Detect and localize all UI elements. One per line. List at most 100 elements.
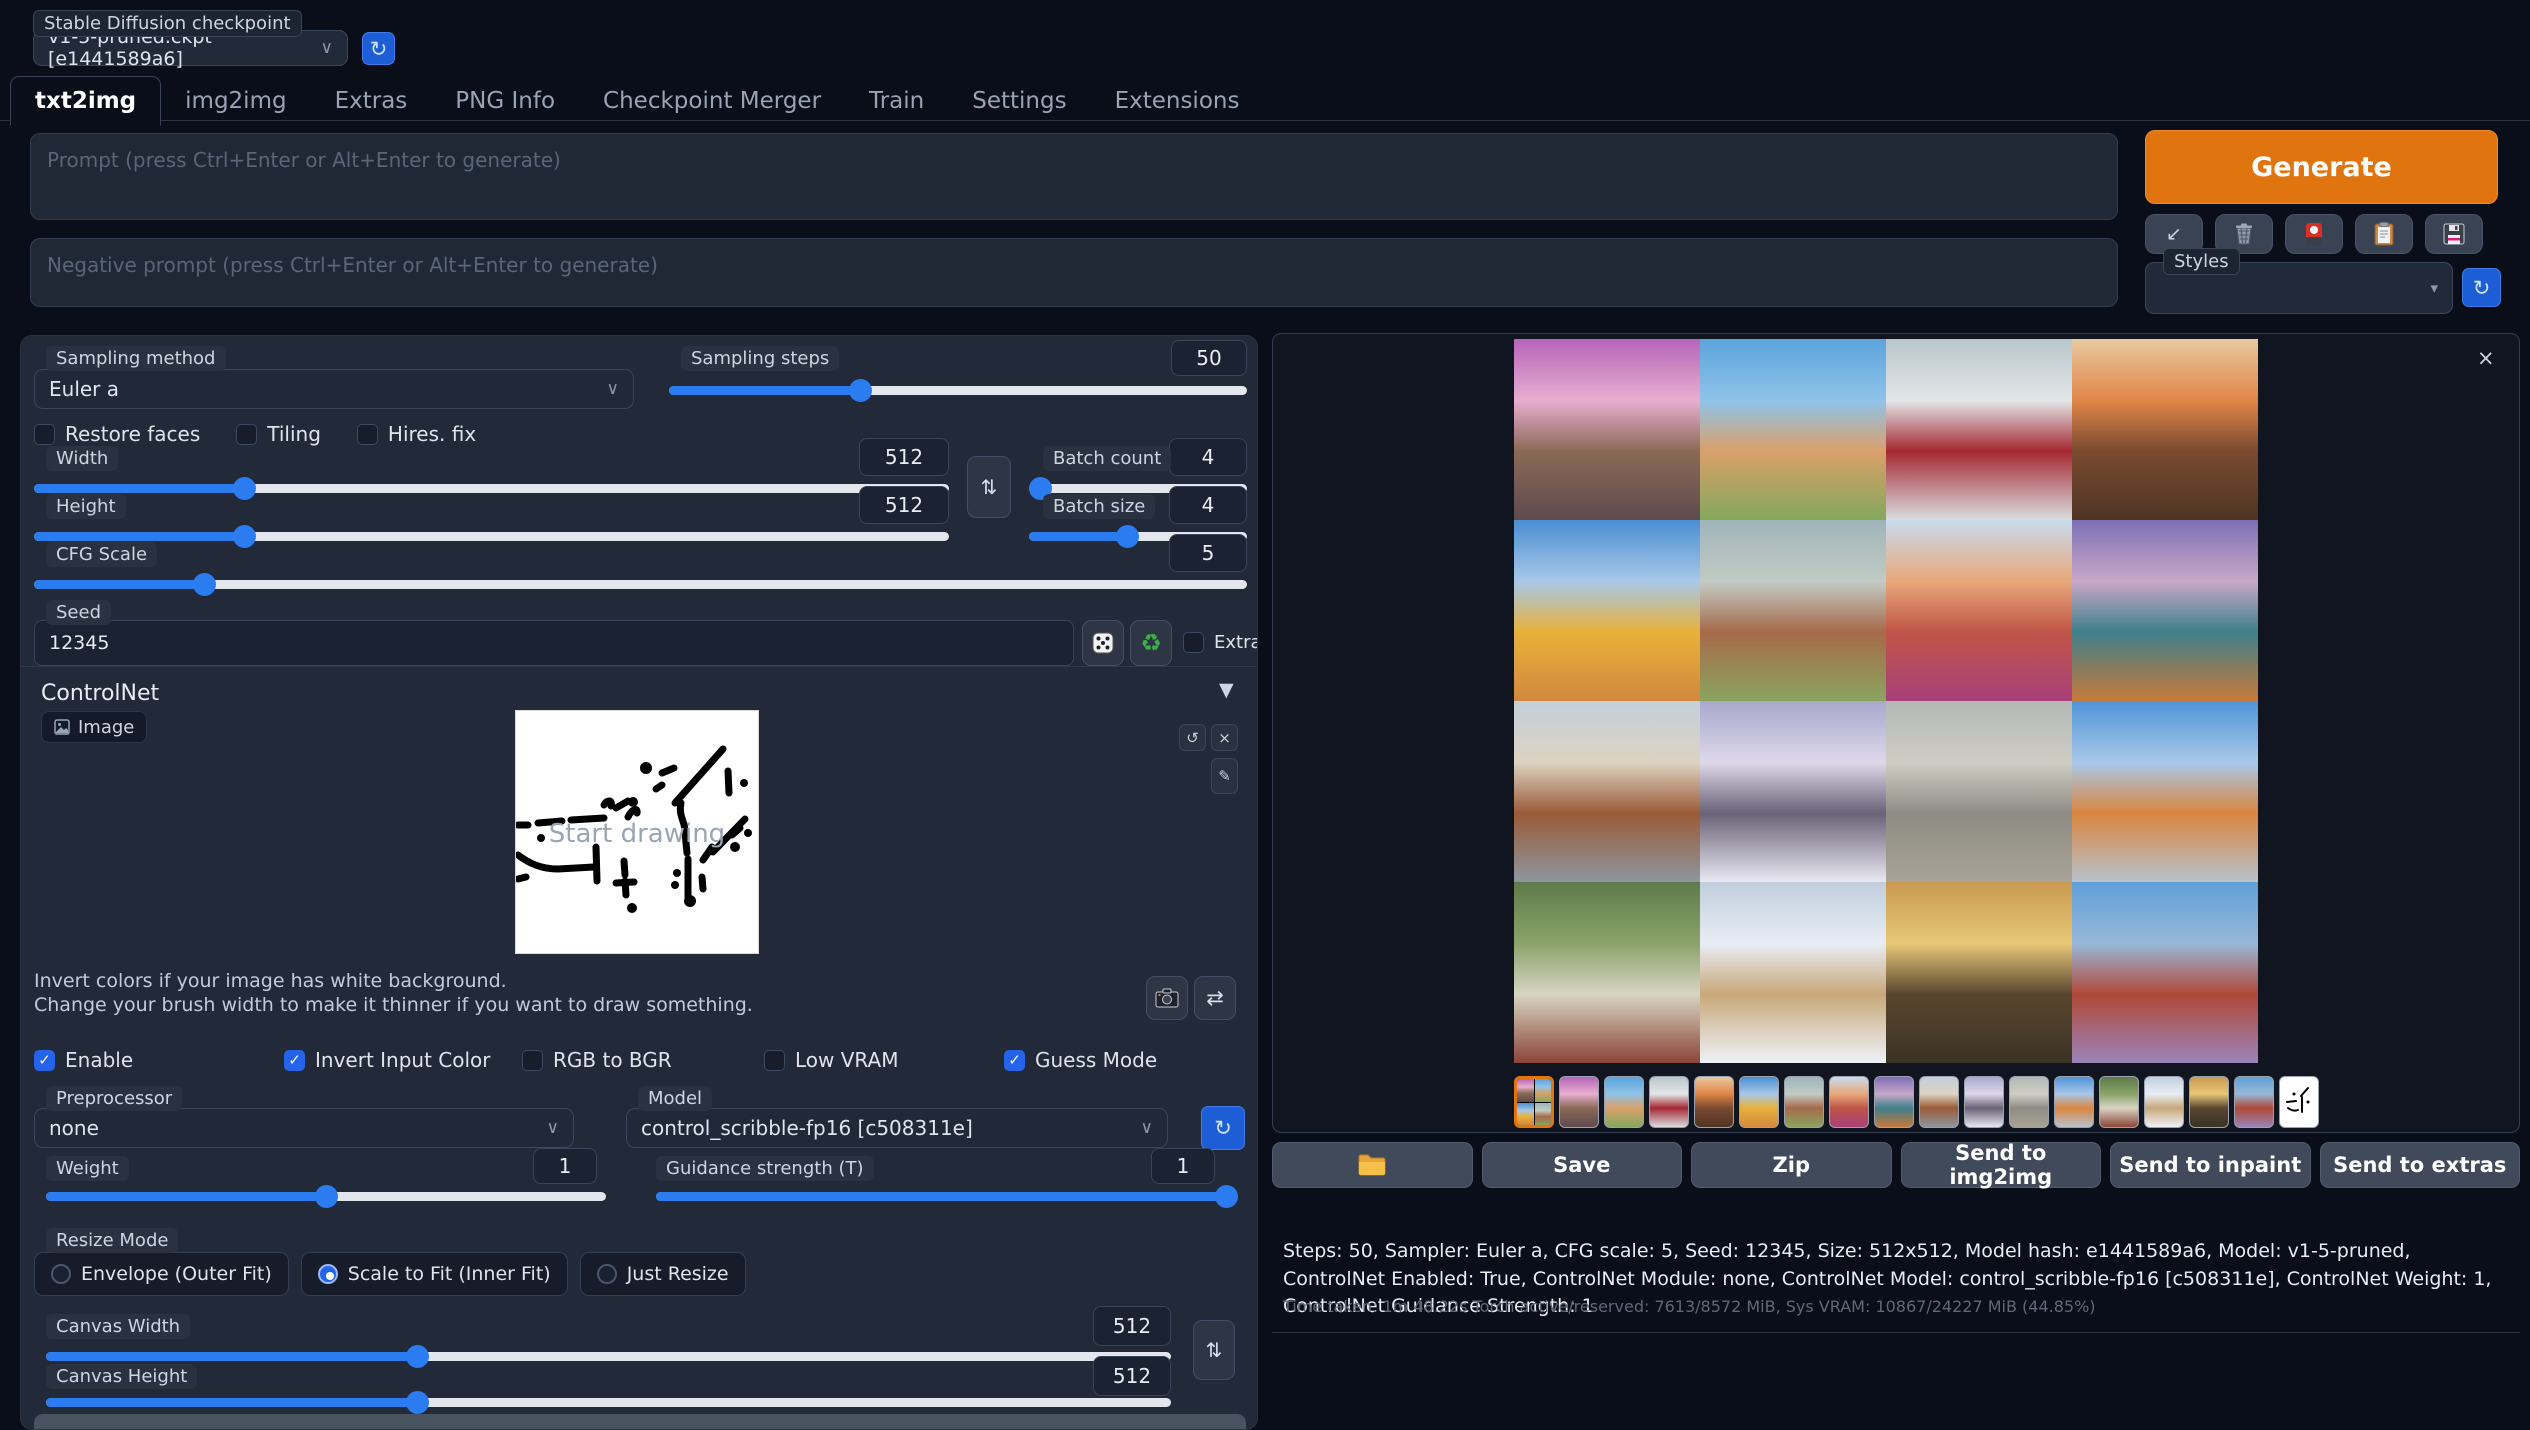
refresh-controlnet-models-button[interactable]: ↻ xyxy=(1201,1106,1245,1150)
thumbnail-5[interactable] xyxy=(1739,1076,1779,1128)
batch-count-value[interactable]: 4 xyxy=(1169,438,1247,476)
extra-networks-button[interactable] xyxy=(2285,214,2343,254)
tab-img2img[interactable]: img2img xyxy=(161,77,310,125)
controlnet-image-tab[interactable]: Image xyxy=(41,711,147,743)
tab-txt2img[interactable]: txt2img xyxy=(10,76,161,126)
thumbnail-8[interactable] xyxy=(1874,1076,1914,1128)
collapse-icon[interactable]: ▼ xyxy=(1219,679,1234,701)
rgb-to-bgr-checkbox[interactable]: RGB to BGR xyxy=(522,1048,672,1072)
collapsed-section-bar[interactable] xyxy=(34,1414,1246,1430)
canvas-width-value[interactable]: 512 xyxy=(1093,1306,1171,1346)
generated-image-13[interactable] xyxy=(1514,882,1700,1063)
width-slider[interactable] xyxy=(34,484,949,493)
canvas-height-slider[interactable] xyxy=(46,1398,1171,1407)
generated-image-5[interactable] xyxy=(1514,520,1700,701)
random-seed-button[interactable] xyxy=(1082,620,1124,666)
controlnet-weight-slider[interactable] xyxy=(46,1192,606,1201)
generated-image-15[interactable] xyxy=(1886,882,2072,1063)
tab-png-info[interactable]: PNG Info xyxy=(431,77,579,125)
save-style-button[interactable] xyxy=(2425,214,2483,254)
thumbnail-14[interactable] xyxy=(2144,1076,2184,1128)
thumbnail-1[interactable] xyxy=(1559,1076,1599,1128)
guidance-strength-slider[interactable] xyxy=(656,1192,1226,1201)
low-vram-checkbox[interactable]: Low VRAM xyxy=(764,1048,898,1072)
sampling-steps-slider[interactable] xyxy=(669,386,1247,395)
generated-image-11[interactable] xyxy=(1886,701,2072,882)
thumbnail-scribble-input[interactable] xyxy=(2279,1076,2319,1128)
resize-mode-scale-to-fit-inner-fit[interactable]: Scale to Fit (Inner Fit) xyxy=(301,1252,568,1296)
generated-image-14[interactable] xyxy=(1700,882,1886,1063)
tab-settings[interactable]: Settings xyxy=(948,77,1090,125)
tab-extensions[interactable]: Extensions xyxy=(1091,77,1264,125)
tab-train[interactable]: Train xyxy=(845,77,948,125)
controlnet-weight-value[interactable]: 1 xyxy=(533,1148,597,1184)
thumbnail-7[interactable] xyxy=(1829,1076,1869,1128)
close-gallery-icon[interactable]: × xyxy=(2477,346,2495,370)
seed-input[interactable]: 12345 xyxy=(34,620,1074,666)
guess-mode-checkbox[interactable]: ✓Guess Mode xyxy=(1004,1048,1157,1072)
mirror-webcam-button[interactable]: ⇄ xyxy=(1194,976,1236,1020)
refresh-styles-button[interactable]: ↻ xyxy=(2462,268,2501,307)
generated-image-3[interactable] xyxy=(1886,339,2072,520)
restore-faces-checkbox[interactable]: Restore faces xyxy=(34,422,200,446)
controlnet-drawing-canvas[interactable]: Start drawing xyxy=(516,711,758,953)
negative-prompt-input[interactable] xyxy=(30,238,2118,307)
send-to-inpaint-button[interactable]: Send to inpaint xyxy=(2110,1142,2311,1188)
canvas-width-slider[interactable] xyxy=(46,1352,1171,1361)
height-slider[interactable] xyxy=(34,532,949,541)
cfg-scale-value[interactable]: 5 xyxy=(1169,534,1247,572)
hires-fix-checkbox[interactable]: Hires. fix xyxy=(357,422,476,446)
resize-mode-just-resize[interactable]: Just Resize xyxy=(580,1252,746,1296)
thumbnail-15[interactable] xyxy=(2189,1076,2229,1128)
generated-image-12[interactable] xyxy=(2072,701,2258,882)
thumbnail-11[interactable] xyxy=(2009,1076,2049,1128)
thumbnail-6[interactable] xyxy=(1784,1076,1824,1128)
generated-image-9[interactable] xyxy=(1514,701,1700,882)
tab-checkpoint-merger[interactable]: Checkpoint Merger xyxy=(579,77,845,125)
thumbnail-grid-selected[interactable] xyxy=(1514,1076,1554,1128)
paste-params-button[interactable] xyxy=(2355,214,2413,254)
zip-button[interactable]: Zip xyxy=(1691,1142,1892,1188)
undo-drawing-button[interactable]: ↺ xyxy=(1179,724,1206,751)
brush-size-button[interactable]: ✎ xyxy=(1211,758,1238,794)
extra-seed-checkbox[interactable]: Extra xyxy=(1183,632,1258,653)
thumbnail-4[interactable] xyxy=(1694,1076,1734,1128)
preprocessor-dropdown[interactable]: none ∨ xyxy=(34,1108,574,1148)
thumbnail-3[interactable] xyxy=(1649,1076,1689,1128)
send-to-img2img-button[interactable]: Send to img2img xyxy=(1901,1142,2102,1188)
invert-input-color-checkbox[interactable]: ✓Invert Input Color xyxy=(284,1048,491,1072)
generated-image-7[interactable] xyxy=(1886,520,2072,701)
generated-image-2[interactable] xyxy=(1700,339,1886,520)
width-value[interactable]: 512 xyxy=(859,438,949,476)
thumbnail-16[interactable] xyxy=(2234,1076,2274,1128)
generated-image-4[interactable] xyxy=(2072,339,2258,520)
generated-image-16[interactable] xyxy=(2072,882,2258,1063)
send-to-extras-button[interactable]: Send to extras xyxy=(2320,1142,2521,1188)
thumbnail-2[interactable] xyxy=(1604,1076,1644,1128)
generated-image-6[interactable] xyxy=(1700,520,1886,701)
guidance-strength-value[interactable]: 1 xyxy=(1151,1148,1215,1184)
controlnet-model-dropdown[interactable]: control_scribble-fp16 [c508311e] ∨ xyxy=(626,1108,1168,1148)
sampling-method-dropdown[interactable]: Euler a ∨ xyxy=(34,369,634,409)
height-value[interactable]: 512 xyxy=(859,486,949,524)
generated-image-10[interactable] xyxy=(1700,701,1886,882)
save-button[interactable]: Save xyxy=(1482,1142,1683,1188)
generate-button[interactable]: Generate xyxy=(2145,130,2498,204)
thumbnail-13[interactable] xyxy=(2099,1076,2139,1128)
sampling-steps-value[interactable]: 50 xyxy=(1171,340,1247,376)
tiling-checkbox[interactable]: Tiling xyxy=(236,422,321,446)
thumbnail-12[interactable] xyxy=(2054,1076,2094,1128)
webcam-button[interactable] xyxy=(1146,976,1188,1020)
refresh-checkpoints-button[interactable]: ↻ xyxy=(362,32,395,65)
open-folder-button[interactable] xyxy=(1272,1142,1473,1188)
resize-mode-envelope-outer-fit[interactable]: Envelope (Outer Fit) xyxy=(34,1252,289,1296)
reuse-seed-button[interactable]: ♻ xyxy=(1130,620,1172,666)
swap-width-height-button[interactable]: ⇅ xyxy=(967,456,1011,518)
canvas-height-value[interactable]: 512 xyxy=(1093,1356,1171,1396)
prompt-input[interactable] xyxy=(30,133,2118,220)
enable-checkbox[interactable]: ✓Enable xyxy=(34,1048,133,1072)
generated-image-1[interactable] xyxy=(1514,339,1700,520)
batch-size-value[interactable]: 4 xyxy=(1169,486,1247,524)
thumbnail-10[interactable] xyxy=(1964,1076,2004,1128)
generated-image-8[interactable] xyxy=(2072,520,2258,701)
